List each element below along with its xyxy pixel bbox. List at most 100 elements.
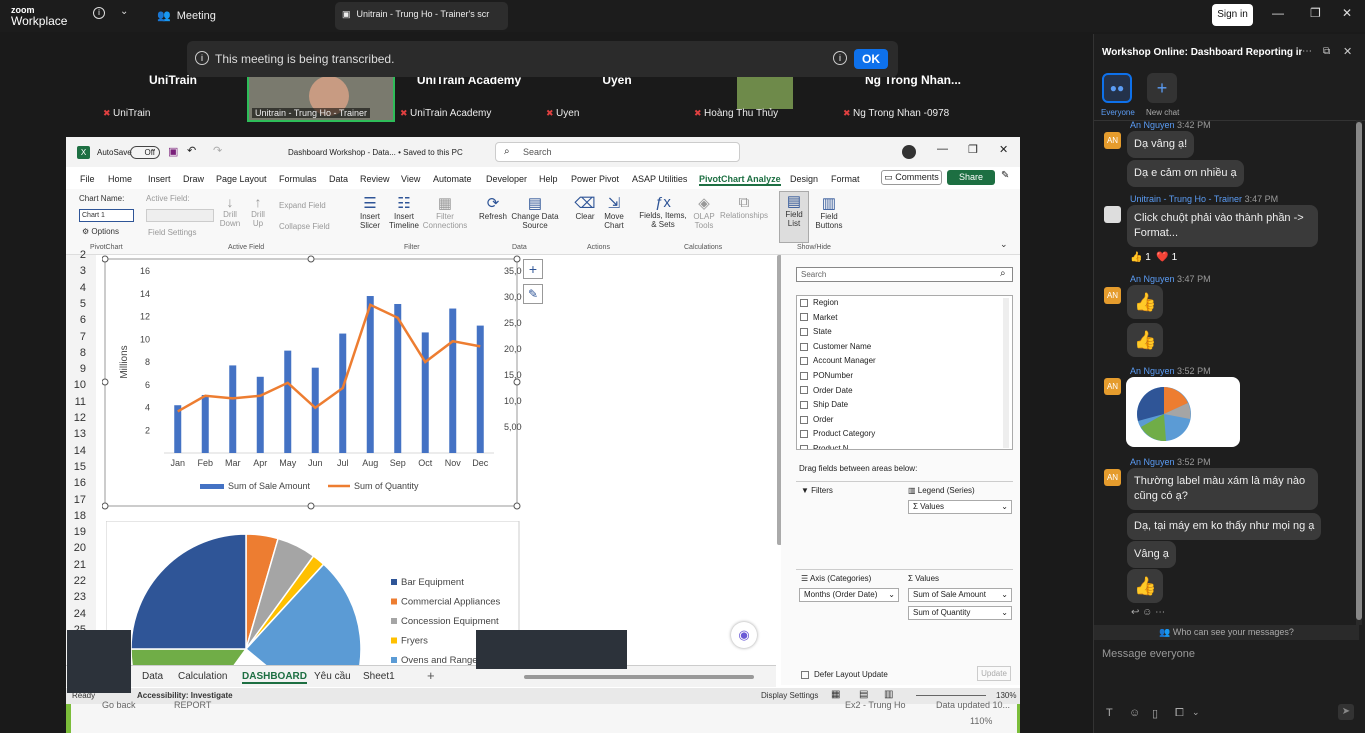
- info-icon[interactable]: i: [833, 51, 847, 65]
- field-checkbox-item[interactable]: Order Date: [800, 386, 853, 395]
- chart-elements-icon[interactable]: +: [523, 259, 543, 279]
- relationships-button[interactable]: ⧉ Relationships: [718, 194, 770, 220]
- expand-field-button[interactable]: Expand Field: [279, 201, 326, 210]
- screenshot-icon[interactable]: ⧠: [1175, 707, 1184, 720]
- copilot-icon[interactable]: ◉: [731, 622, 757, 648]
- drill-down-button[interactable]: ↓ Drill Down: [218, 194, 242, 228]
- row-header[interactable]: 5: [66, 298, 86, 310]
- display-settings-button[interactable]: Display Settings: [761, 691, 818, 700]
- row-header[interactable]: 20: [66, 542, 86, 554]
- search-box[interactable]: ⌕ Search: [495, 142, 740, 162]
- ribbon-tab-data[interactable]: Data: [329, 174, 348, 184]
- checkbox[interactable]: [800, 415, 808, 424]
- row-header[interactable]: 9: [66, 363, 86, 375]
- ribbon-tab-home[interactable]: Home: [108, 174, 132, 184]
- clear-button[interactable]: ⌫ Clear: [572, 194, 598, 221]
- values-field[interactable]: Sum of Quantity ⌄: [908, 606, 1012, 620]
- ribbon-tab-design[interactable]: Design: [790, 174, 818, 184]
- active-field-input[interactable]: [146, 209, 214, 222]
- checkbox[interactable]: [800, 386, 808, 395]
- row-header[interactable]: 17: [66, 494, 86, 506]
- avatar[interactable]: [902, 145, 916, 159]
- collapse-field-button[interactable]: Collapse Field: [279, 222, 330, 231]
- insert-slicer-button[interactable]: ☰ Insert Slicer: [356, 194, 384, 230]
- chevron-down-icon[interactable]: ⌄: [1192, 707, 1200, 718]
- checkbox[interactable]: [800, 371, 808, 380]
- defer-layout-checkbox[interactable]: Defer Layout Update: [801, 670, 888, 679]
- active-speaker-video[interactable]: Unitrain - Trung Ho - Trainer: [247, 72, 395, 122]
- text-format-icon[interactable]: T: [1106, 707, 1113, 719]
- refresh-button[interactable]: ⟳ Refresh: [478, 194, 508, 221]
- image-attachment[interactable]: [1126, 377, 1240, 447]
- zoom-slider[interactable]: [916, 695, 986, 696]
- field-buttons-button[interactable]: ▥ Field Buttons: [811, 194, 847, 230]
- row-header[interactable]: 21: [66, 559, 86, 571]
- ribbon-tab-insert[interactable]: Insert: [148, 174, 171, 184]
- field-list-scrollbar[interactable]: [1003, 298, 1009, 448]
- page-layout-icon[interactable]: ▤: [859, 689, 868, 700]
- checkbox[interactable]: [800, 298, 808, 307]
- olap-tools-button[interactable]: ◈ OLAP Tools: [689, 194, 719, 230]
- ribbon-tab-power-pivot[interactable]: Power Pivot: [571, 174, 619, 184]
- sheet-tab[interactable]: Sheet1: [363, 671, 395, 682]
- redo-icon[interactable]: ↷: [213, 144, 222, 157]
- chat-message[interactable]: 👍: [1127, 569, 1164, 603]
- minimize-icon[interactable]: —: [1272, 6, 1284, 20]
- message-input[interactable]: Message everyone: [1102, 648, 1195, 660]
- restore-icon[interactable]: ❐: [968, 143, 978, 156]
- go-back-link[interactable]: Go back: [102, 700, 136, 710]
- ribbon-tab-review[interactable]: Review: [360, 174, 390, 184]
- file-title[interactable]: Dashboard Workshop - Data... • Saved to …: [288, 148, 463, 157]
- ribbon-tab-view[interactable]: View: [401, 174, 420, 184]
- field-search-input[interactable]: Search ⌕: [796, 267, 1013, 282]
- undo-icon[interactable]: ↶: [187, 144, 196, 157]
- field-checkbox-item[interactable]: Account Manager: [800, 356, 876, 365]
- chat-scrollbar[interactable]: [1356, 120, 1362, 625]
- row-header[interactable]: 12: [66, 412, 86, 424]
- ribbon-tab-help[interactable]: Help: [539, 174, 558, 184]
- field-checkbox-item[interactable]: Product Category: [800, 429, 875, 438]
- info-icon[interactable]: i: [93, 7, 105, 19]
- comments-button[interactable]: ▭ Comments: [881, 170, 942, 185]
- ribbon-tab-asap-utilities[interactable]: ASAP Utilities: [632, 174, 687, 184]
- chat-message[interactable]: Vâng ạ: [1127, 541, 1176, 568]
- emoji-icon[interactable]: ☺: [1129, 707, 1140, 719]
- reply-icon[interactable]: ↩: [1131, 607, 1139, 618]
- row-header[interactable]: 23: [66, 591, 86, 603]
- close-icon[interactable]: ✕: [999, 143, 1008, 156]
- row-header[interactable]: 10: [66, 379, 86, 391]
- restore-icon[interactable]: ❐: [1310, 6, 1321, 20]
- save-icon[interactable]: ▣: [168, 145, 178, 158]
- pen-icon[interactable]: ✎: [1001, 170, 1009, 181]
- row-header[interactable]: 22: [66, 575, 86, 587]
- checkbox[interactable]: [800, 328, 808, 337]
- fields-items-sets-button[interactable]: ƒx Fields, Items, & Sets: [639, 194, 687, 229]
- close-icon[interactable]: ✕: [1343, 45, 1352, 58]
- checkbox[interactable]: [800, 444, 808, 449]
- sheet-tab[interactable]: DASHBOARD: [242, 671, 307, 684]
- row-header[interactable]: 14: [66, 445, 86, 457]
- row-header[interactable]: 8: [66, 347, 86, 359]
- close-icon[interactable]: ✕: [1342, 6, 1352, 20]
- chat-message[interactable]: Dạ e cảm ơn nhiều ạ: [1127, 160, 1244, 187]
- field-checkbox-item[interactable]: Ship Date: [800, 400, 848, 409]
- more-icon[interactable]: ⋯: [1155, 607, 1165, 618]
- checkbox[interactable]: [800, 342, 808, 351]
- chat-message[interactable]: 👍: [1127, 285, 1164, 319]
- field-checkbox-item[interactable]: Region: [800, 298, 838, 307]
- field-checkbox-item[interactable]: Order: [800, 415, 833, 424]
- ribbon-tab-formulas[interactable]: Formulas: [279, 174, 317, 184]
- filter-connections-button[interactable]: ▦ Filter Connections: [422, 194, 468, 230]
- collapse-ribbon-icon[interactable]: ⌄: [1000, 239, 1008, 250]
- ribbon-tab-automate[interactable]: Automate: [433, 174, 472, 184]
- chat-message[interactable]: Dạ vâng ạ!: [1127, 131, 1195, 158]
- field-checkbox-item[interactable]: Product N...: [800, 444, 855, 449]
- row-header[interactable]: 11: [66, 396, 86, 408]
- options-button[interactable]: ⚙ Options: [82, 227, 119, 236]
- checkbox[interactable]: [800, 401, 808, 410]
- sheet-tab[interactable]: Yêu cầu: [314, 671, 351, 682]
- pie-chart[interactable]: Bar Equipment Commercial Appliances Conces…: [106, 521, 520, 665]
- chevron-down-icon[interactable]: ⌄: [120, 6, 128, 17]
- reactions[interactable]: 👍 1 ❤️ 1: [1130, 252, 1177, 263]
- ribbon-tab-file[interactable]: File: [80, 174, 95, 184]
